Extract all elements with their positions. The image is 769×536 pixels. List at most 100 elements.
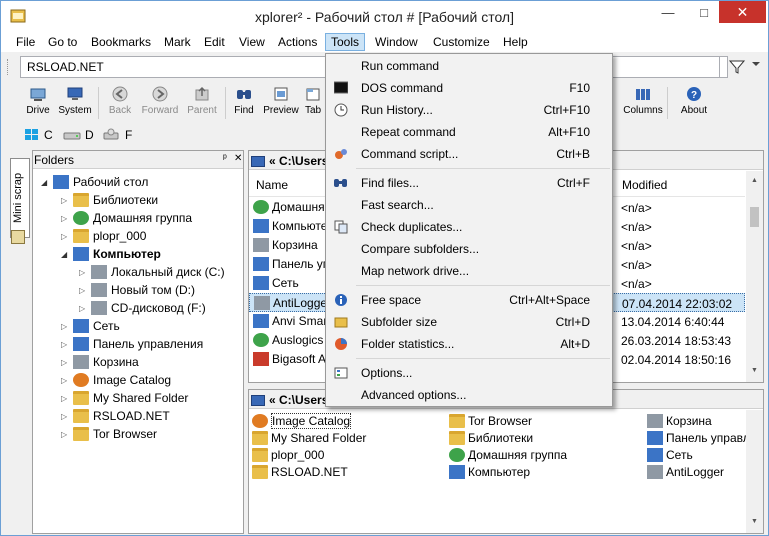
filter-dropdown-icon[interactable] [752, 62, 760, 66]
expand-arrow-icon[interactable]: ▷ [61, 340, 69, 349]
title-bar[interactable]: xplorer² - Рабочий стол # [Рабочий стол]… [1, 1, 768, 32]
tree-item-tor-browser[interactable]: ▷ Tor Browser [61, 425, 157, 443]
grid-item[interactable]: Image Catalog [252, 412, 352, 429]
menu-view[interactable]: View [234, 33, 270, 51]
grid-item[interactable]: Tor Browser [449, 412, 532, 429]
scroll-down-icon[interactable]: ▼ [751, 367, 758, 374]
drive-button[interactable]: Drive [21, 84, 55, 122]
expand-arrow-icon[interactable]: ▷ [61, 394, 69, 403]
drive-c-button[interactable]: C [24, 127, 53, 143]
menu-file[interactable]: File [11, 33, 40, 51]
expand-arrow-icon[interactable]: ▷ [61, 412, 69, 421]
menu-edit[interactable]: Edit [199, 33, 230, 51]
pin-icon[interactable]: ᵖ [223, 153, 227, 164]
menu-item-map-network-drive[interactable]: Map network drive... [328, 260, 610, 282]
back-button[interactable]: Back [103, 84, 137, 122]
menu-actions[interactable]: Actions [273, 33, 322, 51]
menu-tools[interactable]: Tools [325, 33, 366, 51]
expand-arrow-icon[interactable]: ▷ [61, 430, 69, 439]
filter-icon[interactable] [727, 58, 749, 76]
tree-item-rsload[interactable]: ▷ RSLOAD.NET [61, 407, 170, 425]
expand-arrow-icon[interactable]: ▷ [61, 322, 69, 331]
tree-item-control-panel[interactable]: ▷ Панель управления [61, 335, 203, 353]
collapse-arrow-icon[interactable]: ◢ [41, 178, 49, 187]
grid-item[interactable]: Сеть [647, 446, 693, 463]
expand-arrow-icon[interactable]: ▷ [79, 286, 87, 295]
scroll-up-icon[interactable]: ▲ [751, 177, 758, 184]
close-panel-icon[interactable]: ✕ [234, 153, 242, 164]
menu-item-options[interactable]: Options... [328, 362, 610, 384]
drive-d-button[interactable]: D [63, 127, 94, 143]
maximize-button[interactable]: □ [687, 1, 721, 23]
grid-item[interactable]: RSLOAD.NET [252, 463, 348, 480]
menu-item-free-space[interactable]: Free space Ctrl+Alt+Space [328, 289, 610, 311]
parent-button[interactable]: Parent [185, 84, 219, 122]
tab-button[interactable]: Tab [301, 84, 325, 122]
menu-item-run-history[interactable]: Run History... Ctrl+F10 [328, 99, 610, 121]
menu-item-dos-command[interactable]: DOS command F10 [328, 77, 610, 99]
minimize-button[interactable]: — [651, 1, 685, 23]
tree-item-desktop[interactable]: ◢ Рабочий стол [41, 173, 148, 191]
menu-mark[interactable]: Mark [159, 33, 196, 51]
menu-item-find-files[interactable]: Find files... Ctrl+F [328, 172, 610, 194]
grid-item[interactable]: AntiLogger [647, 463, 724, 480]
find-button[interactable]: Find [227, 84, 261, 122]
menu-item-subfolder-size[interactable]: Subfolder size Ctrl+D [328, 311, 610, 333]
vertical-scrollbar[interactable]: ▲ ▼ [746, 171, 763, 382]
menu-item-run-command[interactable]: Run command [328, 55, 610, 77]
grid-item[interactable]: Библиотеки [449, 429, 533, 446]
menu-customize[interactable]: Customize [428, 33, 495, 51]
tree-item-new-volume[interactable]: ▷ Новый том (D:) [79, 281, 195, 299]
tree-item-network[interactable]: ▷ Сеть [61, 317, 120, 335]
scroll-down-icon[interactable]: ▼ [751, 518, 758, 525]
grip-handle[interactable] [7, 59, 10, 75]
forward-button[interactable]: Forward [142, 84, 178, 122]
tree-item-shared-folder[interactable]: ▷ My Shared Folder [61, 389, 188, 407]
menu-help[interactable]: Help [498, 33, 533, 51]
menu-goto[interactable]: Go to [43, 33, 82, 51]
grid-item[interactable]: Корзина [647, 412, 712, 429]
expand-arrow-icon[interactable]: ▷ [61, 358, 69, 367]
mini-scrap-tab[interactable]: Mini scrap [10, 158, 30, 238]
close-button[interactable]: ✕ [719, 1, 766, 23]
system-button[interactable]: System [58, 84, 92, 122]
expand-arrow-icon[interactable]: ▷ [61, 232, 69, 241]
tree-item-image-catalog[interactable]: ▷ Image Catalog [61, 371, 171, 389]
expand-arrow-icon[interactable]: ▷ [79, 268, 87, 277]
menu-window[interactable]: Window [370, 33, 423, 51]
columns-button[interactable]: Columns [623, 84, 663, 122]
grid-item[interactable]: My Shared Folder [252, 429, 366, 446]
tree-item-cd-drive[interactable]: ▷ CD-дисковод (F:) [79, 299, 206, 317]
collapse-arrow-icon[interactable]: ◢ [61, 250, 69, 259]
menu-item-fast-search[interactable]: Fast search... [328, 194, 610, 216]
tree-item-libraries[interactable]: ▷ Библиотеки [61, 191, 158, 209]
grid-item[interactable]: Компьютер [449, 463, 530, 480]
column-modified-header[interactable]: Modified [622, 178, 667, 192]
menu-item-compare-subfolders[interactable]: Compare subfolders... [328, 238, 610, 260]
menu-item-repeat-command[interactable]: Repeat command Alt+F10 [328, 121, 610, 143]
menu-item-check-duplicates[interactable]: Check duplicates... [328, 216, 610, 238]
preview-button[interactable]: Preview [263, 84, 299, 122]
expand-arrow-icon[interactable]: ▷ [61, 376, 69, 385]
mini-scrap-icon[interactable] [11, 230, 25, 244]
expand-arrow-icon[interactable]: ▷ [61, 196, 69, 205]
column-name-header[interactable]: Name [256, 178, 288, 192]
menu-bookmarks[interactable]: Bookmarks [86, 33, 156, 51]
tree-item-local-disk[interactable]: ▷ Локальный диск (C:) [79, 263, 225, 281]
grid-item[interactable]: plopr_000 [252, 446, 324, 463]
about-button[interactable]: ? About [677, 84, 711, 122]
vertical-scrollbar[interactable]: ▼ [746, 410, 763, 533]
expand-arrow-icon[interactable]: ▷ [61, 214, 69, 223]
menu-item-advanced-options[interactable]: Advanced options... [328, 384, 610, 406]
windows-drive-icon [25, 129, 38, 140]
menu-item-command-script[interactable]: Command script... Ctrl+B [328, 143, 610, 165]
grid-item[interactable]: Домашняя группа [449, 446, 567, 463]
tree-item-computer[interactable]: ◢ Компьютер [61, 245, 161, 263]
expand-arrow-icon[interactable]: ▷ [79, 304, 87, 313]
tree-item-homegroup[interactable]: ▷ Домашняя группа [61, 209, 192, 227]
scrollbar-thumb[interactable] [750, 207, 759, 227]
menu-item-folder-statistics[interactable]: Folder statistics... Alt+D [328, 333, 610, 355]
tree-item-recycle-bin[interactable]: ▷ Корзина [61, 353, 139, 371]
tree-item-user[interactable]: ▷ plopr_000 [61, 227, 146, 245]
drive-f-button[interactable]: F [103, 127, 132, 143]
